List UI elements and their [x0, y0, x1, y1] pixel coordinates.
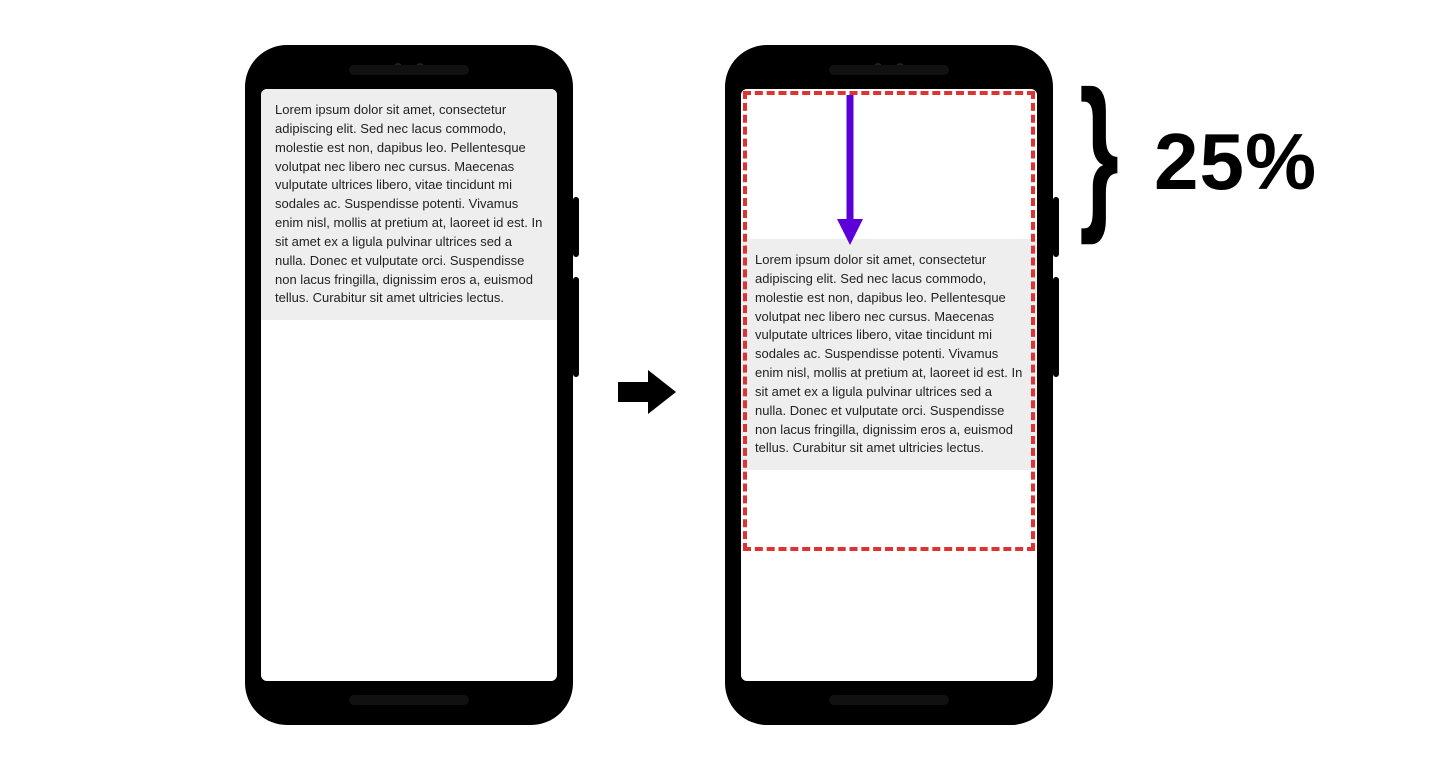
- phone-before: Lorem ipsum dolor sit amet, consectetur …: [245, 45, 573, 725]
- phone-speaker-bottom: [349, 695, 469, 705]
- content-block-before: Lorem ipsum dolor sit amet, consectetur …: [261, 89, 557, 320]
- phone-side-button: [1053, 277, 1059, 377]
- diagram-canvas: Lorem ipsum dolor sit amet, consectetur …: [0, 0, 1430, 770]
- phone-after: Lorem ipsum dolor sit amet, consectetur …: [725, 45, 1053, 725]
- brace-icon: }: [1079, 66, 1119, 236]
- shift-down-arrow-icon: [833, 95, 867, 245]
- phone-speaker-bottom: [829, 695, 949, 705]
- transition-arrow-icon: [618, 368, 678, 416]
- phone-speaker-top: [829, 65, 949, 75]
- phone-screen-before: Lorem ipsum dolor sit amet, consectetur …: [261, 89, 557, 681]
- phone-side-button: [573, 197, 579, 257]
- content-block-after: Lorem ipsum dolor sit amet, consectetur …: [741, 239, 1037, 470]
- phone-side-button: [1053, 197, 1059, 257]
- shift-percent-label: 25%: [1154, 116, 1317, 208]
- phone-speaker-top: [349, 65, 469, 75]
- phone-side-button: [573, 277, 579, 377]
- phone-screen-after: Lorem ipsum dolor sit amet, consectetur …: [741, 89, 1037, 681]
